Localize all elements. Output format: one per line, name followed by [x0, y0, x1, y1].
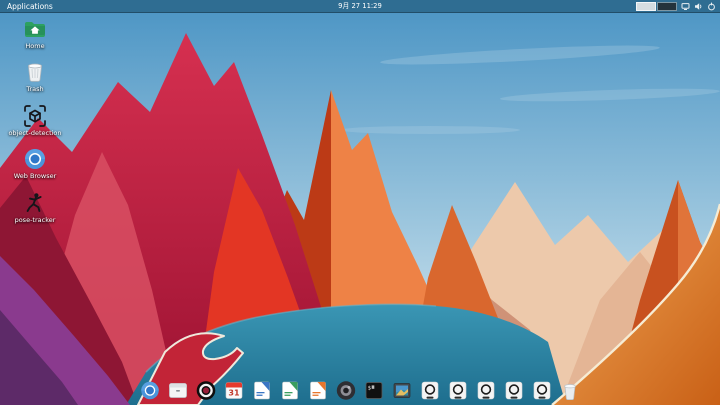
pose-tracker-icon [23, 190, 47, 216]
volume-icon[interactable] [694, 2, 703, 11]
desktop-icon-label: Web Browser [14, 173, 57, 180]
object-detection-icon [23, 103, 47, 129]
calendar-icon: 31 [224, 380, 245, 401]
file-manager-icon [168, 380, 189, 401]
dock: 31 $ [140, 380, 581, 401]
dock-item-file-manager[interactable] [168, 380, 189, 401]
dock-item-libreoffice-calc[interactable] [280, 380, 301, 401]
workspace-1[interactable] [636, 2, 656, 11]
dock-item-app-window-1[interactable] [420, 380, 441, 401]
home-folder-icon [23, 16, 47, 42]
generic-window-icon [504, 380, 525, 401]
desktop-icon-trash[interactable]: Trash [2, 59, 68, 93]
doc-green-icon [280, 380, 301, 401]
chromium-icon [23, 146, 47, 172]
top-panel: Applications 9月 27 11:29 [0, 0, 720, 13]
generic-window-icon [448, 380, 469, 401]
doc-orange-icon [308, 380, 329, 401]
desktop-icon-home[interactable]: Home [2, 16, 68, 50]
wallpaper [0, 0, 720, 405]
dock-item-terminal[interactable]: $ [364, 380, 385, 401]
desktop-icon-label: pose-tracker [15, 217, 56, 224]
dock-item-app-window-2[interactable] [448, 380, 469, 401]
dock-item-camera-lens-app[interactable] [336, 380, 357, 401]
doc-blue-icon [252, 380, 273, 401]
desktop-icon-list: Home Trash object-detection Web Browser … [2, 16, 68, 224]
generic-window-icon [532, 380, 553, 401]
power-icon[interactable] [707, 2, 716, 11]
lens-icon [336, 380, 357, 401]
dock-item-app-window-3[interactable] [476, 380, 497, 401]
desktop-icon-pose-tracker[interactable]: pose-tracker [2, 190, 68, 224]
workspace-2[interactable] [657, 2, 677, 11]
terminal-icon: $ [364, 380, 385, 401]
photo-icon [392, 380, 413, 401]
dock-item-trash[interactable] [560, 380, 581, 401]
chromium-icon [140, 380, 161, 401]
dock-item-calendar[interactable]: 31 [224, 380, 245, 401]
svg-text:31: 31 [228, 389, 240, 398]
desktop-icon-label: Trash [26, 86, 43, 93]
desktop-icon-object-detection[interactable]: object-detection [2, 103, 68, 137]
dock-item-libreoffice-writer[interactable] [252, 380, 273, 401]
desktop-icon-label: object-detection [8, 130, 61, 137]
dock-item-app-window-5[interactable] [532, 380, 553, 401]
workspace-switcher [636, 2, 677, 11]
dock-item-screen-recorder[interactable] [196, 380, 217, 401]
record-icon [196, 380, 217, 401]
display-icon[interactable] [681, 2, 690, 11]
dock-item-chromium-browser[interactable] [140, 380, 161, 401]
svg-text:$: $ [368, 385, 371, 391]
generic-window-icon [476, 380, 497, 401]
trash-can-icon [23, 59, 47, 85]
clock[interactable]: 9月 27 11:29 [338, 0, 382, 13]
panel-tray-area [636, 0, 716, 13]
dock-item-libreoffice-impress[interactable] [308, 380, 329, 401]
desktop-icon-label: Home [25, 43, 44, 50]
dock-item-image-viewer[interactable] [392, 380, 413, 401]
generic-window-icon [420, 380, 441, 401]
desktop-icon-web-browser[interactable]: Web Browser [2, 146, 68, 180]
dock-item-app-window-4[interactable] [504, 380, 525, 401]
trash-light-icon [560, 380, 581, 401]
applications-menu-button[interactable]: Applications [4, 0, 56, 13]
